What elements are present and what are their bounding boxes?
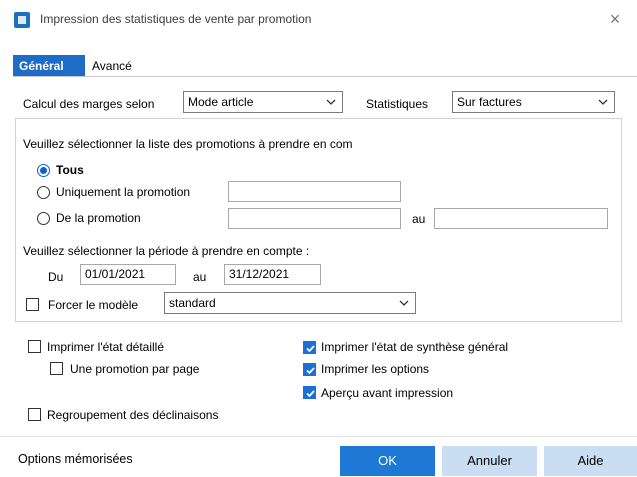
cancel-button[interactable]: Annuler [442, 446, 537, 476]
chevron-down-icon [399, 298, 409, 308]
tab-general[interactable]: Général [13, 55, 85, 77]
from-promotion-input[interactable] [228, 208, 401, 229]
help-button[interactable]: Aide [544, 446, 637, 476]
footer-divider [0, 436, 637, 437]
radio-only-promotion-label[interactable]: Uniquement la promotion [56, 185, 190, 199]
radio-all-label[interactable]: Tous [56, 163, 84, 177]
ok-button[interactable]: OK [340, 446, 435, 476]
period-to-input[interactable]: 31/12/2021 [224, 264, 321, 285]
to-promotion-label: au [412, 212, 426, 226]
radio-from-promotion-label[interactable]: De la promotion [56, 211, 141, 225]
window-title: Impression des statistiques de vente par… [40, 12, 312, 26]
model-select[interactable]: standard [164, 292, 416, 314]
radio-from-promotion[interactable] [37, 212, 50, 225]
margins-select[interactable]: Mode article [183, 91, 343, 113]
memorized-options-label: Options mémorisées [18, 452, 133, 466]
detailed-checkbox[interactable] [28, 340, 41, 353]
checkmark-icon [306, 345, 315, 353]
period-heading: Veuillez sélectionner la période à prend… [23, 244, 310, 258]
grouping-label[interactable]: Regroupement des déclinaisons [47, 408, 218, 422]
radio-only-promotion[interactable] [37, 186, 50, 199]
force-model-label[interactable]: Forcer le modèle [48, 298, 138, 312]
synthesis-checkbox[interactable] [303, 341, 316, 354]
chevron-down-icon [326, 97, 336, 107]
statistics-value: Sur factures [457, 95, 522, 109]
promotions-heading: Veuillez sélectionner la liste des promo… [23, 137, 353, 151]
force-model-checkbox[interactable] [26, 298, 39, 311]
margins-value: Mode article [188, 95, 254, 109]
detailed-label[interactable]: Imprimer l'état détaillé [47, 340, 164, 354]
preview-checkbox[interactable] [303, 386, 316, 399]
synthesis-label[interactable]: Imprimer l'état de synthèse général [321, 340, 508, 354]
checkmark-icon [306, 367, 315, 375]
statistics-label: Statistiques [366, 97, 429, 111]
margins-label: Calcul des marges selon [23, 97, 155, 111]
print-options-label[interactable]: Imprimer les options [321, 362, 429, 376]
tab-advanced[interactable]: Avancé [86, 55, 146, 77]
one-per-page-label[interactable]: Une promotion par page [70, 362, 199, 376]
statistics-select[interactable]: Sur factures [452, 91, 615, 113]
radio-all[interactable] [37, 164, 50, 177]
one-per-page-checkbox[interactable] [50, 362, 63, 375]
only-promotion-input[interactable] [228, 181, 401, 202]
print-options-checkbox[interactable] [303, 363, 316, 376]
period-from-label: Du [48, 270, 64, 284]
period-to-label: au [193, 270, 207, 284]
model-value: standard [169, 296, 216, 310]
preview-label[interactable]: Aperçu avant impression [321, 386, 453, 400]
checkmark-icon [306, 390, 315, 398]
period-from-input[interactable]: 01/01/2021 [80, 264, 176, 285]
close-button[interactable]: × [600, 6, 630, 32]
close-icon: × [609, 9, 621, 29]
grouping-checkbox[interactable] [28, 408, 41, 421]
chevron-down-icon [598, 97, 608, 107]
app-icon [14, 12, 30, 28]
to-promotion-input[interactable] [434, 208, 608, 229]
tab-divider [13, 76, 637, 77]
